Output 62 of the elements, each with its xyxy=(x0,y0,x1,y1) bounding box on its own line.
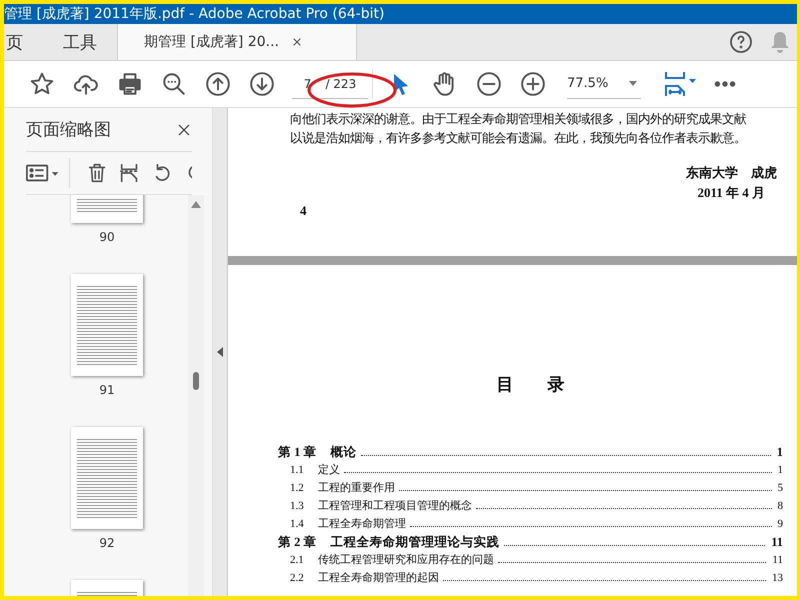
page-thumbnail[interactable] xyxy=(71,274,143,376)
toc-title: 概论 xyxy=(330,444,356,461)
print-icon[interactable] xyxy=(117,71,143,97)
page-thumbnail[interactable] xyxy=(71,427,143,529)
toc-title: 工程全寿命期管理 xyxy=(318,517,406,531)
toc-page: 13 xyxy=(772,572,783,584)
cursor-icon[interactable] xyxy=(392,72,410,96)
scrollbar[interactable] xyxy=(188,195,204,596)
toc-number: 1.1 xyxy=(290,464,304,476)
star-icon[interactable] xyxy=(29,71,55,97)
toc-title: 定义 xyxy=(318,462,340,477)
body-text: 以说是浩如烟海，有许多参考文献可能会有遗漏。在此，我预先向各位作者表示歉意。 xyxy=(290,130,747,147)
toc-page: 1 xyxy=(776,445,783,460)
toc-heading: 目 录 xyxy=(496,374,566,396)
window-title: 管理 [成虎著] 2011年版.pdf - Adobe Acrobat Pro (64-bit) xyxy=(4,4,797,24)
toc-number: 1.2 xyxy=(290,482,304,494)
page-number: 4 xyxy=(300,203,308,219)
toc-title: 工程管理和工程项目管理的概念 xyxy=(318,499,472,513)
panel-title: 页面缩略图 xyxy=(26,119,111,141)
toc-page: 9 xyxy=(778,518,783,530)
thumbnail-label: 92 xyxy=(99,536,115,550)
toc-title: 工程全寿命期管理理论与实践 xyxy=(330,534,500,551)
toc-title: 传统工程管理研究和应用存在的问题 xyxy=(318,552,494,567)
close-icon[interactable] xyxy=(176,122,192,138)
search-icon[interactable] xyxy=(161,71,187,97)
caret-icon xyxy=(629,81,637,86)
toc-page: 8 xyxy=(778,500,783,512)
toc-title: 工程全寿命期管理的起因 xyxy=(318,571,439,585)
fit-width-icon[interactable] xyxy=(664,71,698,97)
signature: 东南大学 成虎 xyxy=(685,164,778,182)
help-icon[interactable] xyxy=(729,30,753,54)
scroll-up-icon[interactable] xyxy=(191,201,201,208)
options-icon[interactable] xyxy=(26,163,60,183)
arrow-up-icon[interactable] xyxy=(205,71,231,97)
page-thumbnail[interactable] xyxy=(71,195,143,223)
toc-page: 5 xyxy=(778,482,783,494)
toc-number: 2.1 xyxy=(290,554,304,566)
zoom-in-icon[interactable] xyxy=(520,71,546,97)
page-number-field[interactable]: 7 / 223 xyxy=(292,70,368,98)
tab[interactable]: 期管理 [成虎著] 20... xyxy=(117,24,357,60)
toc-number: 第 2 章 xyxy=(278,534,316,551)
toc-page: 1 xyxy=(778,464,783,476)
trash-icon[interactable] xyxy=(86,161,108,185)
thumbnail-label: 90 xyxy=(99,230,115,244)
toc-number: 1.3 xyxy=(290,500,304,512)
toc-page: 11 xyxy=(771,535,783,550)
toc-number: 2.2 xyxy=(290,572,304,584)
body-text: 向他们表示深深的谢意。由于工程全寿命期管理相关领域很多，国内外的研究成果文献 xyxy=(290,111,747,128)
date: 2011 年 4 月 xyxy=(696,184,766,202)
thumbnail-label: 91 xyxy=(99,383,115,397)
scroll-thumb[interactable] xyxy=(193,372,199,390)
tab[interactable]: 工具 xyxy=(43,24,117,60)
collapse-icon[interactable] xyxy=(217,347,223,357)
toc-page: 11 xyxy=(772,554,783,566)
zoom-out-icon[interactable] xyxy=(476,71,502,97)
arrow-down-icon[interactable] xyxy=(249,71,275,97)
toc-title: 工程的重要作用 xyxy=(318,481,395,495)
zoom-field[interactable]: 77.5% xyxy=(567,70,641,98)
toc-number: 1.4 xyxy=(290,518,304,530)
close-icon[interactable] xyxy=(291,36,303,48)
tab[interactable]: 页 xyxy=(4,24,43,60)
toc-number: 第 1 章 xyxy=(278,444,316,461)
